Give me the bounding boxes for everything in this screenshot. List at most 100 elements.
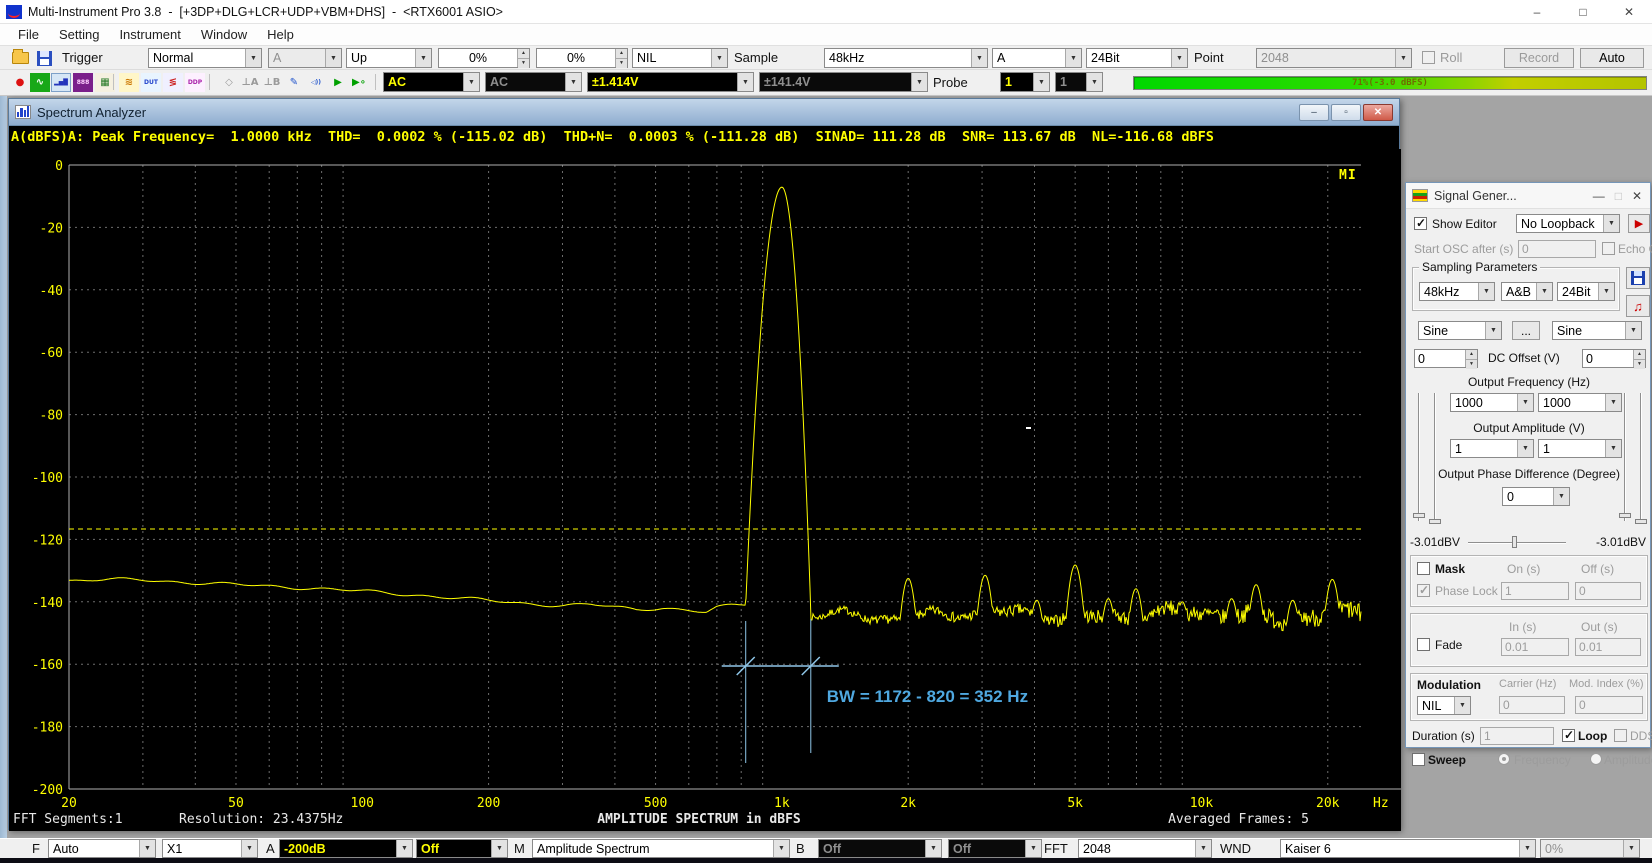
freq-axis-combo[interactable]: Auto bbox=[48, 839, 156, 858]
sample-bits-combo[interactable]: 24Bit bbox=[1086, 48, 1188, 68]
dc-offset-b-spinner[interactable]: 0▲▼ bbox=[1582, 349, 1646, 368]
chevron-down-icon bbox=[1625, 322, 1641, 339]
sample-channels-combo[interactable]: A bbox=[992, 48, 1082, 68]
maximize-icon[interactable]: □ bbox=[1560, 0, 1606, 24]
trigger-delay-spinner[interactable]: 0%▲▼ bbox=[536, 48, 628, 68]
window-function-combo[interactable]: Kaiser 6 bbox=[1280, 839, 1536, 858]
calibration-icon[interactable]: ✎ bbox=[284, 73, 304, 92]
spectrum-chart[interactable]: 0-20-40-60-80-100-120-140-160-180-200205… bbox=[9, 149, 1401, 831]
amplitude-slider-a1[interactable] bbox=[1418, 393, 1420, 521]
amplitude-b-combo[interactable]: 1 bbox=[1538, 439, 1622, 458]
chevron-down-icon bbox=[1517, 440, 1533, 457]
dut-icon[interactable]: DUT bbox=[141, 73, 161, 92]
slider-handle[interactable] bbox=[1429, 519, 1441, 524]
data-logger-icon[interactable]: ≋ bbox=[119, 73, 139, 92]
range-db-combo[interactable]: -200dB bbox=[279, 839, 413, 858]
loop-checkbox[interactable] bbox=[1562, 729, 1575, 742]
slider-handle[interactable] bbox=[1619, 513, 1631, 518]
run-loop-icon[interactable]: ▶∘ bbox=[349, 73, 369, 92]
show-editor-checkbox[interactable] bbox=[1414, 217, 1427, 230]
spectrum-3d-plot-icon[interactable]: ▦ bbox=[95, 73, 115, 92]
coupling-a-combo[interactable]: AC bbox=[383, 72, 480, 92]
svg-text:20k: 20k bbox=[1316, 796, 1340, 811]
taskbar-edge bbox=[0, 858, 1652, 863]
save-file-icon[interactable] bbox=[37, 51, 52, 66]
run-generator-button[interactable]: ▶ bbox=[1628, 214, 1650, 233]
trigger-edge-combo[interactable]: Up bbox=[346, 48, 432, 68]
close-icon[interactable]: ✕ bbox=[1363, 104, 1393, 121]
close-icon[interactable]: ✕ bbox=[1632, 189, 1642, 203]
spectrum-analyzer-titlebar[interactable]: Spectrum Analyzer – ▫ ✕ bbox=[9, 99, 1399, 126]
spectrum-plot-area[interactable]: 0-20-40-60-80-100-120-140-160-180-200205… bbox=[9, 149, 1401, 831]
gen-channels-combo[interactable]: A&B bbox=[1501, 282, 1553, 301]
chevron-down-icon bbox=[139, 840, 155, 857]
menu-item-help[interactable]: Help bbox=[257, 27, 304, 42]
waveform-a-combo[interactable]: Sine bbox=[1418, 321, 1502, 340]
more-waveform-button[interactable]: ... bbox=[1512, 321, 1540, 340]
dc-offset-a-spinner[interactable]: 0▲▼ bbox=[1414, 349, 1478, 368]
oscilloscope-icon[interactable]: ∿ bbox=[30, 73, 50, 92]
sample-rate-combo[interactable]: 48kHz bbox=[824, 48, 988, 68]
menu-item-setting[interactable]: Setting bbox=[49, 27, 109, 42]
trigger-level-spinner[interactable]: 0%▲▼ bbox=[438, 48, 530, 68]
amplitude-slider-b2[interactable] bbox=[1640, 393, 1642, 521]
mode-combo[interactable]: Amplitude Spectrum bbox=[532, 839, 790, 858]
sample-label: Sample bbox=[734, 50, 778, 65]
signal-generator-title: Signal Gener... bbox=[1434, 189, 1517, 203]
menu-item-file[interactable]: File bbox=[8, 27, 49, 42]
spectrum-analyzer-icon[interactable]: ▂▅█ bbox=[51, 73, 71, 92]
fade-checkbox[interactable] bbox=[1417, 638, 1430, 651]
loop-label: Loop bbox=[1578, 729, 1607, 743]
menu-item-instrument[interactable]: Instrument bbox=[109, 27, 190, 42]
loopback-combo[interactable]: No Loopback bbox=[1516, 214, 1620, 233]
svg-text:FFT Segments:1: FFT Segments:1 bbox=[13, 812, 123, 827]
amplitude-slider-b1[interactable] bbox=[1624, 393, 1626, 521]
minimize-icon[interactable]: – bbox=[1299, 104, 1329, 121]
open-file-icon[interactable] bbox=[12, 52, 29, 64]
sound-output-icon[interactable]: ◁)) bbox=[306, 73, 326, 92]
minimize-icon[interactable]: — bbox=[1593, 189, 1605, 203]
close-icon[interactable]: ✕ bbox=[1606, 0, 1652, 24]
range-a-combo[interactable]: ±1.414V bbox=[587, 72, 754, 92]
fft-size-combo[interactable]: 2048 bbox=[1078, 839, 1212, 858]
trigger-mode-combo[interactable]: Normal bbox=[148, 48, 262, 68]
multimeter-icon[interactable]: 888 bbox=[73, 73, 93, 92]
slider-handle[interactable] bbox=[1635, 519, 1647, 524]
balance-slider[interactable] bbox=[1468, 542, 1566, 544]
gen-bits-combo[interactable]: 24Bit bbox=[1557, 282, 1615, 301]
fade-label: Fade bbox=[1435, 638, 1462, 652]
frequency-a-combo[interactable]: 1000 bbox=[1450, 393, 1534, 412]
record-icon[interactable]: ● bbox=[10, 73, 30, 92]
slider-handle[interactable] bbox=[1413, 513, 1425, 518]
minimize-icon[interactable]: – bbox=[1514, 0, 1560, 24]
save-waveform-button[interactable] bbox=[1626, 267, 1650, 289]
a-ref-combo[interactable]: Off bbox=[416, 839, 508, 858]
zoom-combo[interactable]: X1 bbox=[162, 839, 258, 858]
restore-icon[interactable]: ▫ bbox=[1331, 104, 1361, 121]
marker-b-icon: ⊥B bbox=[262, 73, 282, 92]
slider-handle[interactable] bbox=[1512, 536, 1517, 548]
frequency-b-combo[interactable]: 1000 bbox=[1538, 393, 1622, 412]
amplitude-a-combo[interactable]: 1 bbox=[1450, 439, 1534, 458]
gen-rate-combo[interactable]: 48kHz bbox=[1419, 282, 1495, 301]
waveform-b-combo[interactable]: Sine bbox=[1552, 321, 1642, 340]
modulation-type-combo[interactable]: NIL bbox=[1417, 696, 1471, 715]
amplitude-slider-a2[interactable] bbox=[1434, 393, 1436, 521]
chevron-down-icon bbox=[925, 840, 941, 857]
probe-a-combo[interactable]: 1 bbox=[1000, 72, 1050, 92]
ddp-viewer-icon[interactable]: DDP bbox=[185, 73, 205, 92]
music-note-button[interactable]: ♫ bbox=[1626, 295, 1650, 317]
chevron-down-icon bbox=[1033, 73, 1049, 91]
phase-combo[interactable]: 0 bbox=[1502, 487, 1570, 506]
trigger-hpf-combo[interactable]: NIL bbox=[632, 48, 728, 68]
sweep-checkbox[interactable] bbox=[1412, 753, 1425, 766]
svg-text:-180: -180 bbox=[32, 721, 63, 736]
signal-generator-titlebar[interactable]: Signal Gener... — □ ✕ bbox=[1406, 183, 1650, 209]
music-note-icon: ♫ bbox=[1633, 299, 1643, 314]
run-icon[interactable]: ▶ bbox=[328, 73, 348, 92]
svg-text:Resolution: 23.4375Hz: Resolution: 23.4375Hz bbox=[179, 812, 343, 827]
auto-button[interactable]: Auto bbox=[1580, 48, 1644, 68]
device-test-plan-icon[interactable]: ≶ bbox=[163, 73, 183, 92]
menu-item-window[interactable]: Window bbox=[191, 27, 257, 42]
mask-checkbox[interactable] bbox=[1417, 562, 1430, 575]
